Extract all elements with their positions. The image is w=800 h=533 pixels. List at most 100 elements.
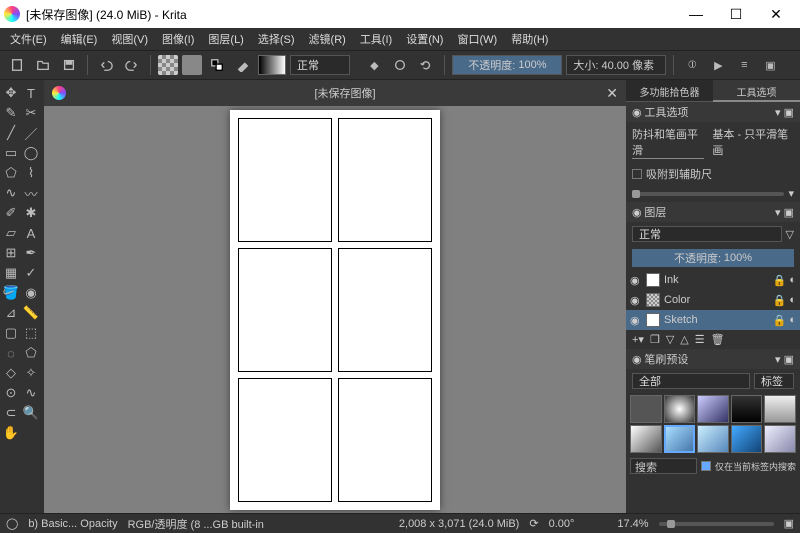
document-close-button[interactable]: ✕ xyxy=(606,85,618,102)
rect-select-tool[interactable]: ⬚ xyxy=(22,324,40,342)
brush-preset[interactable] xyxy=(697,425,729,453)
transform-tool[interactable]: ✥ xyxy=(2,84,20,102)
contiguous-select-tool[interactable]: ✧ xyxy=(22,364,40,382)
menu-select[interactable]: 选择(S) xyxy=(252,29,301,49)
brush-preset[interactable] xyxy=(764,425,796,453)
snap-assistants-checkbox[interactable] xyxy=(632,169,642,179)
docker-menu-button[interactable]: ▾ ▣ xyxy=(775,206,794,219)
mirror-horizontal-button[interactable]: ⦶ xyxy=(681,54,703,76)
brush-preset[interactable] xyxy=(664,395,696,423)
selection-mode-icon[interactable]: ◯ xyxy=(6,517,18,530)
bezier-tool[interactable]: ∿ xyxy=(2,184,20,202)
basic-subtab[interactable]: 基本 - 只平滑笔画 xyxy=(712,126,794,159)
preset-tags-select[interactable]: 标签 xyxy=(754,373,794,389)
menu-window[interactable]: 窗口(W) xyxy=(451,29,503,49)
add-layer-button[interactable]: +▾ xyxy=(632,333,644,346)
menu-filter[interactable]: 滤镜(R) xyxy=(303,29,352,49)
close-button[interactable]: ✕ xyxy=(756,0,796,28)
freehand-path-tool[interactable]: 〰 xyxy=(22,184,40,202)
brush-preset[interactable] xyxy=(630,395,662,423)
measure-tool[interactable]: 📏 xyxy=(22,304,40,322)
text-tool[interactable]: A xyxy=(22,224,40,242)
polygon-tool[interactable]: ⬠ xyxy=(2,164,20,182)
search-current-tag-checkbox[interactable] xyxy=(701,461,711,471)
preset-search-input[interactable]: 搜索 xyxy=(630,458,697,474)
brush-preset[interactable] xyxy=(664,425,696,453)
poly-select-tool[interactable]: ⬠ xyxy=(22,344,40,362)
preset-filter-select[interactable]: 全部 xyxy=(632,373,750,389)
layer-visible-icon[interactable]: ◉ xyxy=(630,274,642,287)
free-select-tool[interactable]: ◇ xyxy=(2,364,20,382)
menu-layer[interactable]: 图层(L) xyxy=(202,29,249,49)
alpha-lock-button[interactable] xyxy=(389,54,411,76)
brush-preset[interactable] xyxy=(731,425,763,453)
slider-menu-icon[interactable]: ▾ xyxy=(788,187,794,200)
line-tool[interactable]: ／ xyxy=(22,124,40,142)
assistant-tool[interactable]: ⊿ xyxy=(2,304,20,322)
layer-properties-button[interactable]: ☰ xyxy=(695,333,705,346)
new-file-button[interactable] xyxy=(6,54,28,76)
alpha-icon[interactable]: ◐ xyxy=(789,274,796,287)
free-transform-tool[interactable]: ✎ xyxy=(2,104,20,122)
eraser-mode-button[interactable]: ◆ xyxy=(363,54,385,76)
calligraphy-tool[interactable]: ✒ xyxy=(22,244,40,262)
layer-visible-icon[interactable]: ◉ xyxy=(630,294,642,307)
assist-slider[interactable] xyxy=(632,192,784,196)
gradient-tool[interactable]: ▦ xyxy=(2,264,20,282)
edit-shapes-tool[interactable]: ▱ xyxy=(2,224,20,242)
smart-fill-tool[interactable]: ◉ xyxy=(22,284,40,302)
menu-file[interactable]: 文件(E) xyxy=(4,29,53,49)
alpha-icon[interactable]: ◐ xyxy=(789,314,796,327)
brush-tool[interactable]: ╱ xyxy=(2,124,20,142)
open-file-button[interactable] xyxy=(32,54,54,76)
blend-mode-select[interactable]: 正常 xyxy=(290,55,350,75)
delete-layer-button[interactable]: 🗑 xyxy=(711,333,725,346)
docker-menu-button[interactable]: ▾ ▣ xyxy=(775,353,794,366)
color-swap-icon[interactable] xyxy=(206,54,228,76)
move-tool[interactable]: T xyxy=(22,84,40,102)
reload-preset-button[interactable] xyxy=(415,54,437,76)
lock-icon[interactable]: 🔒 xyxy=(773,314,787,327)
wrap-mode-button[interactable]: ≡ xyxy=(733,54,755,76)
rotation-icon[interactable]: ⟳ xyxy=(529,517,538,530)
ellipse-tool[interactable]: ◯ xyxy=(22,144,40,162)
tooloptions-tab[interactable]: 工具选项 xyxy=(713,80,800,102)
stabilizer-subtab[interactable]: 防抖和笔画平滑 xyxy=(632,126,704,159)
maximize-button[interactable]: ☐ xyxy=(716,0,756,28)
menu-help[interactable]: 帮助(H) xyxy=(505,29,554,49)
menu-settings[interactable]: 设置(N) xyxy=(400,29,449,49)
save-file-button[interactable] xyxy=(58,54,80,76)
layer-row[interactable]: ◉ Ink 🔒◐ xyxy=(626,270,800,290)
bezier-select-tool[interactable]: ∿ xyxy=(22,384,40,402)
fill-tool[interactable]: 🪣 xyxy=(2,284,20,302)
brush-size-field[interactable]: 大小: 40.00 像素 xyxy=(566,55,666,75)
docker-menu-button[interactable]: ▾ ▣ xyxy=(775,106,794,119)
brush-preset[interactable] xyxy=(731,395,763,423)
rectangle-tool[interactable]: ▭ xyxy=(2,144,20,162)
multibrush-tool[interactable]: ✱ xyxy=(22,204,40,222)
gradient-swatch[interactable] xyxy=(258,55,286,75)
brush-preset[interactable] xyxy=(630,425,662,453)
zoom-fit-button[interactable]: ▣ xyxy=(784,517,794,530)
opacity-field[interactable]: 不透明度: 100% xyxy=(452,55,562,75)
workspace-button[interactable]: ▣ xyxy=(759,54,781,76)
zoom-tool[interactable]: 🔍 xyxy=(22,404,40,422)
mirror-vertical-button[interactable]: ▶ xyxy=(707,54,729,76)
layer-row[interactable]: ◉ Color 🔒◐ xyxy=(626,290,800,310)
pan-tool[interactable]: ✋ xyxy=(2,424,20,442)
pattern-edit-tool[interactable]: ⊞ xyxy=(2,244,20,262)
brush-preset[interactable] xyxy=(697,395,729,423)
lock-icon[interactable]: 🔒 xyxy=(773,274,787,287)
status-zoom[interactable]: 17.4% xyxy=(617,518,648,530)
crop-tool[interactable]: ✂ xyxy=(22,104,40,122)
menu-tools[interactable]: 工具(I) xyxy=(354,29,398,49)
layer-visible-icon[interactable]: ◉ xyxy=(630,314,642,327)
filter-icon[interactable]: ▽ xyxy=(786,228,794,241)
move-layer-up-button[interactable]: △ xyxy=(680,333,688,346)
colorpicker-tab[interactable]: 多功能拾色器 xyxy=(626,80,713,102)
duplicate-layer-button[interactable]: ❐ xyxy=(650,333,660,346)
document-tab[interactable]: [未保存图像] ✕ xyxy=(44,80,626,106)
dynamic-brush-tool[interactable]: ✐ xyxy=(2,204,20,222)
menu-view[interactable]: 视图(V) xyxy=(105,29,154,49)
alpha-icon[interactable]: ◐ xyxy=(789,294,796,307)
